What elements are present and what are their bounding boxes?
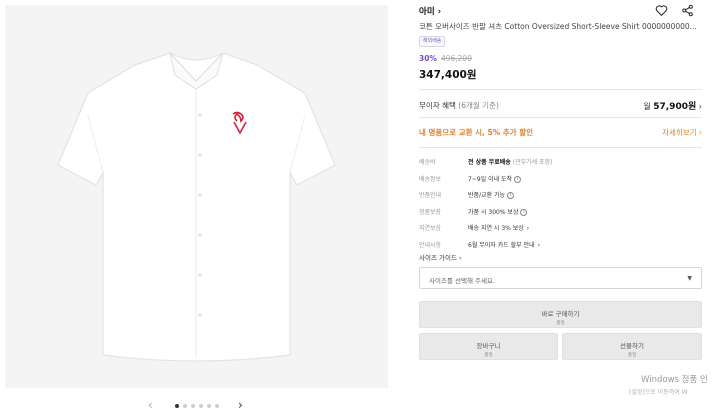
windows-activation-hint: [설정]으로 이동하여 W (629, 389, 688, 396)
spec-value: 배송 지연 시 3% 보상 › (468, 223, 529, 232)
spec-value-text: 배송 지연 시 3% 보상 (468, 225, 524, 232)
gift-status: 품절 (627, 353, 637, 358)
product-info-panel: 아미 › 코튼 오버사이즈 반팔 셔츠 Cotton Oversized Shor… (419, 0, 702, 418)
shirt-image (57, 51, 336, 362)
trade-in-promo: 내 명품으로 교환 시, 5% 추가 할인 자세히보기 › (419, 125, 702, 139)
installment-title: 무이자 혜택 (419, 101, 456, 110)
spec-key: 배송정보 (419, 175, 442, 183)
spec-value: 6월 무이자 카드 할부 안내 › (468, 240, 540, 249)
buy-now-button[interactable]: 바로 구매하기 품절 (419, 301, 702, 328)
gallery-dots (175, 404, 219, 408)
add-to-cart-button[interactable]: 장바구니 품절 (419, 333, 558, 360)
discount-line: 30% 496,200 (419, 54, 472, 63)
discount-rate: 30% (419, 54, 437, 63)
spec-value-text: 전 상품 무료배송 (468, 159, 511, 166)
gallery-dot[interactable] (191, 404, 195, 408)
spec-sub: (관부가세 포함) (512, 159, 553, 166)
installment-label: 무이자 혜택 (6개월 기준) (419, 100, 499, 111)
divider (419, 117, 702, 118)
installment-sub: (6개월 기준) (458, 101, 499, 110)
gallery-dot[interactable] (183, 404, 187, 408)
original-price: 496,200 (440, 54, 472, 63)
spec-key: 배송비 (419, 159, 436, 166)
spec-row: 반품안내 반품/교환 가능 i (419, 189, 702, 201)
spec-key: 안내사항 (419, 241, 442, 249)
gallery-dot[interactable] (215, 404, 219, 408)
spec-value: 가품 시 300% 보상 i (468, 207, 528, 216)
next-image-button[interactable]: › (238, 398, 243, 412)
spec-row: 배송비 전 상품 무료배송 (관부가세 포함) (419, 156, 702, 168)
spec-key: 반품안내 (419, 192, 442, 199)
spec-row: 정품보장 가품 시 300% 보상 i (419, 206, 702, 218)
size-select[interactable]: 사이즈를 선택해 주세요. ▼ (419, 267, 702, 289)
buy-now-status: 품절 (556, 321, 565, 326)
spec-value-text: 반품/교환 가능 (468, 192, 506, 199)
share-icon[interactable] (681, 4, 694, 17)
chevron-right-icon: › (526, 225, 530, 232)
spec-row[interactable]: 지연보상 배송 지연 시 3% 보상 › (419, 222, 702, 234)
prev-image-button[interactable]: ‹ (148, 398, 153, 412)
spec-row[interactable]: 안내사항 6월 무이자 카드 할부 안내 › (419, 239, 702, 251)
promo-text: 내 명품으로 교환 시, 5% 추가 할인 (419, 128, 534, 137)
divider (419, 89, 702, 90)
sale-price: 347,400원 (419, 69, 477, 81)
size-select-placeholder: 사이즈를 선택해 주세요. (429, 277, 495, 285)
overseas-shipping-badge: 해외배송 (419, 36, 446, 47)
chevron-right-icon: › (437, 7, 442, 17)
spec-value: 7~9일 이내 도착 i (468, 174, 522, 183)
installment-row[interactable]: 무이자 혜택 (6개월 기준) 월 57,900원 › (419, 97, 702, 112)
windows-activation-watermark: Windows 정품 인 (641, 375, 708, 385)
promo-details-link[interactable]: 자세히보기 › (662, 127, 702, 138)
spec-key: 정품보장 (419, 208, 442, 216)
gift-label: 선물하기 (620, 342, 644, 350)
spec-value: 전 상품 무료배송 (관부가세 포함) (468, 157, 552, 166)
spec-key: 지연보상 (419, 225, 442, 232)
gallery-pager: ‹ › (0, 396, 400, 416)
gallery-dot[interactable] (175, 404, 179, 408)
gallery-dot[interactable] (199, 404, 203, 408)
spec-value-text: 가품 시 300% 보상 (468, 208, 519, 216)
product-title: 코튼 오버사이즈 반팔 셔츠 Cotton Oversized Short-Sl… (419, 22, 697, 31)
spec-value-text: 7~9일 이내 도착 (468, 175, 513, 183)
info-icon[interactable]: i (514, 175, 522, 183)
chevron-right-icon: › (537, 241, 541, 249)
size-guide-link[interactable]: 사이즈 가이드 › (419, 252, 462, 262)
installment-prefix: 월 (643, 102, 651, 111)
spec-value-text: 6월 무이자 카드 할부 안내 (468, 241, 535, 249)
brand-name: 아미 (419, 7, 435, 17)
info-icon[interactable]: i (520, 208, 528, 216)
installment-value: 57,900원 (653, 102, 697, 112)
brand-link[interactable]: 아미 › (419, 5, 441, 17)
heart-icon[interactable] (655, 4, 668, 17)
divider (419, 147, 702, 148)
product-image[interactable] (5, 5, 388, 388)
gallery-dot[interactable] (207, 404, 211, 408)
spec-value: 반품/교환 가능 i (468, 190, 515, 199)
gift-button[interactable]: 선물하기 품절 (562, 333, 702, 360)
cart-label: 장바구니 (476, 342, 501, 350)
chevron-right-icon: › (698, 102, 702, 111)
info-icon[interactable]: i (507, 192, 515, 199)
buy-now-label: 바로 구매하기 (541, 310, 580, 318)
spec-row: 배송정보 7~9일 이내 도착 i (419, 173, 702, 185)
dropdown-arrow-icon: ▼ (687, 275, 692, 282)
installment-amount[interactable]: 월 57,900원 › (643, 99, 702, 112)
brand-row: 아미 › (419, 4, 702, 18)
cart-status: 품절 (484, 353, 493, 358)
